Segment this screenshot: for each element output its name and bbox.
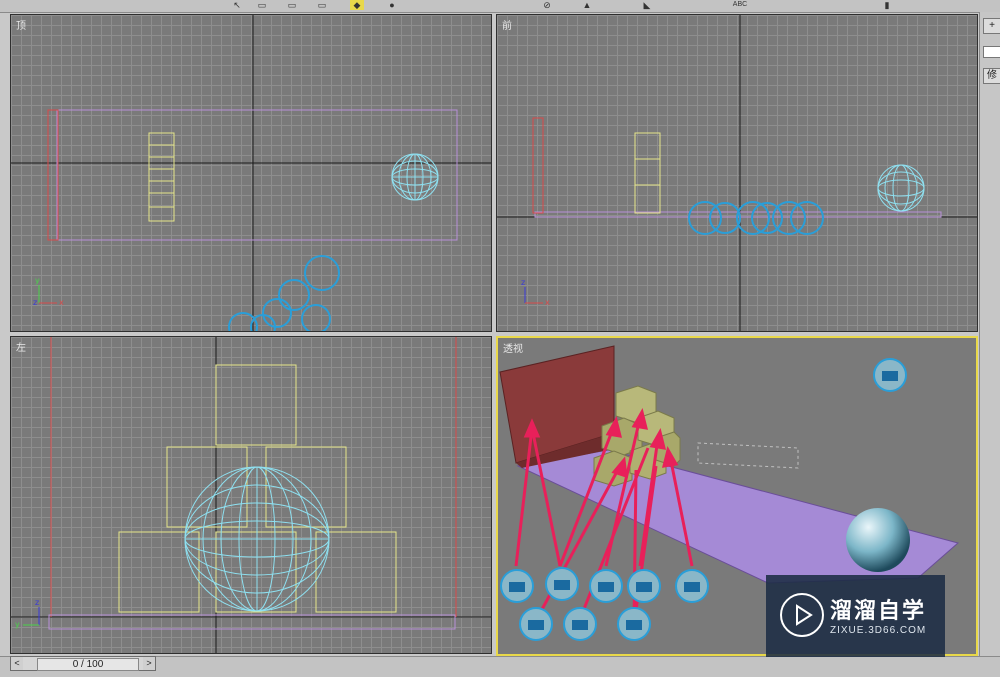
time-next-button[interactable]: >	[143, 657, 155, 670]
watermark-title: 溜溜自学	[830, 599, 927, 624]
window-crossing-icon[interactable]: ▭	[285, 0, 299, 10]
scale-icon[interactable]: ◣	[640, 0, 654, 10]
select-region-icon[interactable]: ▭	[255, 0, 269, 10]
snap-icon[interactable]: ◆	[350, 0, 364, 10]
mirror-icon[interactable]: ⊘	[540, 0, 554, 10]
name-field[interactable]	[983, 46, 1000, 58]
time-slider-thumb[interactable]: 0 / 100	[37, 658, 139, 671]
watermark: 溜溜自学 ZIXUE.3D66.COM	[766, 575, 945, 657]
top-view-scene: y x z	[11, 15, 491, 331]
sphere-wire	[877, 164, 925, 212]
box-stack	[634, 132, 661, 214]
floor-plane	[56, 109, 458, 241]
viewport-label-perspective[interactable]: 透视	[503, 340, 523, 355]
helper-icons	[688, 201, 824, 235]
create-tab[interactable]: +	[983, 18, 1000, 34]
rotate-icon[interactable]: ●	[385, 0, 399, 10]
select-arrow-icon[interactable]: ↖	[230, 0, 244, 10]
svg-text:y: y	[15, 620, 20, 629]
abc-icon[interactable]: ABC	[730, 0, 750, 10]
sphere-wire	[391, 153, 439, 201]
svg-text:z: z	[35, 598, 39, 607]
svg-text:y: y	[35, 276, 40, 285]
left-view-scene: z y	[11, 337, 491, 653]
axis-gizmo-top: y x z	[33, 276, 64, 307]
viewport-left[interactable]: z y 左	[10, 336, 492, 654]
svg-text:x: x	[59, 298, 64, 307]
viewport-top[interactable]: y x z 顶	[10, 14, 492, 332]
box-stack	[148, 132, 175, 222]
axis-gizmo-front: z x	[521, 278, 550, 307]
modify-tab[interactable]: 修	[983, 68, 1000, 84]
main-toolbar: ↖ ▭ ▭ ▭ ◆ ● ⊘ ▲ ◣ ABC ▮	[0, 0, 1000, 13]
time-slider[interactable]: < 0 / 100 >	[10, 656, 156, 671]
sphere-wire	[184, 466, 330, 612]
time-prev-button[interactable]: <	[11, 657, 23, 670]
helper-icons	[228, 255, 340, 331]
align-icon[interactable]: ▲	[580, 0, 594, 10]
viewport-front[interactable]: z x 前	[496, 14, 978, 332]
sphere-object	[846, 508, 910, 572]
viewport-label-front[interactable]: 前	[502, 17, 512, 32]
svg-text:z: z	[521, 278, 525, 287]
viewport-label-top[interactable]: 顶	[16, 17, 26, 32]
svg-text:z: z	[33, 298, 37, 307]
play-logo-icon	[780, 593, 824, 637]
command-panel: + 修	[979, 12, 1000, 656]
watermark-url: ZIXUE.3D66.COM	[830, 625, 927, 636]
axis-gizmo-left: z y	[15, 598, 40, 629]
wall-box	[532, 117, 544, 214]
front-view-scene: z x	[497, 15, 977, 331]
layers-icon[interactable]: ▮	[880, 0, 894, 10]
viewport-label-left[interactable]: 左	[16, 339, 26, 354]
move-icon[interactable]: ▭	[315, 0, 329, 10]
svg-text:x: x	[545, 298, 550, 307]
